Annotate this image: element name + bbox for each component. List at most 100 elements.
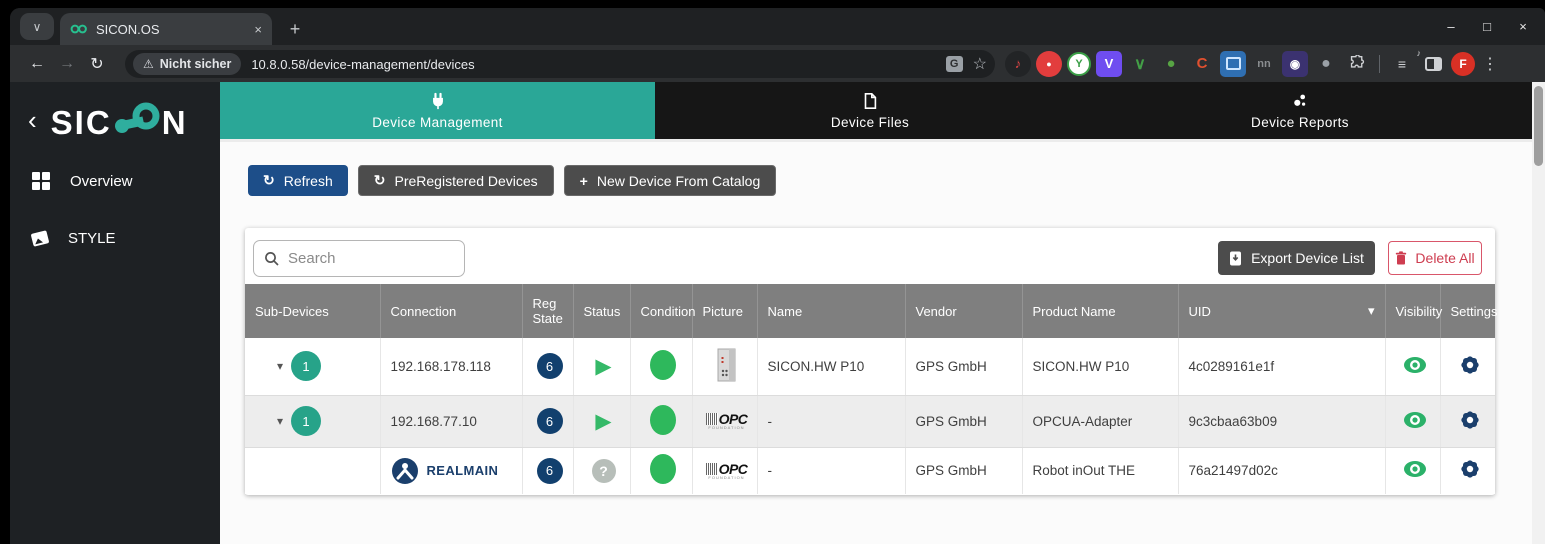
ext-blue-box-icon[interactable]	[1220, 51, 1246, 77]
browser-tab[interactable]: SICON.OS ×	[60, 13, 272, 45]
plus-icon: +	[580, 173, 588, 189]
settings-gear-icon[interactable]	[1458, 353, 1482, 377]
name-cell: SICON.HW P10	[757, 338, 905, 395]
page-content: ↻ Refresh ↻ PreRegistered Devices + New …	[220, 139, 1545, 544]
col-reg-state: Reg State	[522, 284, 573, 338]
bookmark-star-icon[interactable]: ☆	[973, 54, 987, 74]
tab-device-reports[interactable]: Device Reports	[1085, 82, 1515, 139]
ext-nn-icon[interactable]: nn	[1251, 51, 1277, 77]
file-icon	[861, 92, 879, 110]
reports-dots-icon	[1291, 92, 1309, 110]
address-bar[interactable]: ⚠ Nicht sicher 10.8.0.58/device-manageme…	[125, 50, 995, 78]
forward-button[interactable]: →	[52, 55, 82, 73]
translate-icon[interactable]: G	[946, 56, 963, 72]
back-button[interactable]: ←	[22, 55, 52, 73]
tab-device-files[interactable]: Device Files	[655, 82, 1085, 139]
table-row[interactable]: ▾1 192.168.178.118 6 ▶	[245, 338, 1495, 395]
table-row[interactable]: ▾1 192.168.77.10 6 ▶ OPCFOUNDATION - GPS…	[245, 395, 1495, 447]
new-device-from-catalog-button[interactable]: + New Device From Catalog	[564, 165, 777, 196]
ext-v-icon[interactable]: V	[1096, 51, 1122, 77]
visibility-eye-icon[interactable]	[1403, 356, 1427, 374]
col-name: Name	[757, 284, 905, 338]
expand-caret-icon[interactable]: ▾	[277, 359, 283, 373]
sidebar-collapse-icon[interactable]: ‹	[24, 110, 41, 130]
app-tabs: Device Management Device Files Device Re…	[220, 82, 1545, 139]
sidebar: ‹ SIC N Overview STYLE	[10, 82, 220, 544]
browser-toolbar: ← → ↻ ⚠ Nicht sicher 10.8.0.58/device-ma…	[10, 45, 1545, 82]
export-device-list-button[interactable]: Export Device List	[1218, 241, 1375, 275]
sidebar-item-style[interactable]: STYLE	[10, 210, 220, 267]
security-chip[interactable]: ⚠ Nicht sicher	[133, 53, 241, 75]
minimize-button[interactable]: –	[1437, 19, 1465, 34]
col-settings: Settings	[1440, 284, 1495, 338]
reg-state-badge: 6	[537, 408, 563, 434]
sort-caret-icon[interactable]: ▾	[1368, 303, 1375, 319]
visibility-eye-icon[interactable]	[1403, 460, 1427, 478]
browser-tabstrip: ∨ SICON.OS × + – □ ×	[10, 8, 1545, 45]
col-vendor: Vendor	[905, 284, 1022, 338]
ext-green-dot-icon[interactable]: ●	[1158, 51, 1184, 77]
ext-adblock-icon[interactable]: ●	[1036, 51, 1062, 77]
browser-window: ∨ SICON.OS × + – □ × ← → ↻ ⚠ Nicht siche…	[10, 8, 1545, 544]
sub-device-connection: REALMAIN	[391, 457, 516, 485]
vendor-cell: GPS GmbH	[905, 395, 1022, 447]
sub-device-count-badge: 1	[291, 406, 321, 436]
media-list-icon[interactable]: ≡♪	[1389, 51, 1415, 77]
sidebar-item-overview[interactable]: Overview	[10, 152, 220, 210]
vendor-cell: GPS GmbH	[905, 338, 1022, 395]
tab-search-button[interactable]: ∨	[20, 13, 54, 40]
browser-menu-icon[interactable]: ⋮	[1480, 54, 1500, 74]
new-tab-button[interactable]: +	[282, 16, 308, 42]
table-header-row: Sub-Devices Connection Reg State Status …	[245, 284, 1495, 338]
tab-label: Device Management	[372, 115, 503, 130]
sub-device-count-badge: 1	[291, 351, 321, 381]
delete-all-button[interactable]: Delete All	[1388, 241, 1482, 275]
close-button[interactable]: ×	[1509, 19, 1537, 34]
preregistered-devices-button[interactable]: ↻ PreRegistered Devices	[358, 165, 554, 196]
refresh-button[interactable]: ↻ Refresh	[248, 165, 348, 196]
maximize-button[interactable]: □	[1473, 19, 1501, 34]
ext-music-icon[interactable]: ♪	[1005, 51, 1031, 77]
ext-shield-icon[interactable]: ●	[1313, 51, 1339, 77]
export-file-icon	[1229, 251, 1242, 266]
connection-cell: 192.168.77.10	[380, 395, 522, 447]
condition-ok-icon	[650, 405, 676, 435]
col-uid[interactable]: UID▾	[1178, 284, 1385, 338]
search-box[interactable]	[253, 240, 465, 277]
reload-button[interactable]: ↻	[82, 54, 112, 74]
extensions-puzzle-icon[interactable]	[1344, 51, 1370, 77]
url-text: 10.8.0.58/device-management/devices	[251, 57, 945, 72]
side-panel-icon[interactable]	[1420, 51, 1446, 77]
uid-cell: 9c3cbaa63b09	[1178, 395, 1385, 447]
ext-c-icon[interactable]: C	[1189, 51, 1215, 77]
search-input[interactable]	[288, 250, 438, 267]
tab-label: Device Reports	[1251, 115, 1349, 130]
style-icon	[31, 230, 50, 246]
tab-device-management[interactable]: Device Management	[220, 82, 655, 139]
settings-gear-icon[interactable]	[1458, 457, 1482, 481]
security-label: Nicht sicher	[160, 57, 232, 71]
page-scrollbar[interactable]	[1532, 82, 1545, 544]
main-area: Device Management Device Files Device Re…	[220, 82, 1545, 544]
settings-gear-icon[interactable]	[1458, 408, 1482, 432]
toolbar-separator	[1379, 55, 1380, 73]
profile-avatar[interactable]: F	[1451, 52, 1475, 76]
tab-title: SICON.OS	[96, 22, 246, 37]
tab-close-icon[interactable]: ×	[254, 22, 262, 37]
plug-icon	[429, 92, 447, 110]
sicon-favicon-icon	[70, 23, 88, 35]
visibility-eye-icon[interactable]	[1403, 411, 1427, 429]
ext-y-icon[interactable]: Y	[1067, 52, 1091, 76]
search-icon	[264, 251, 280, 267]
table-row[interactable]: REALMAIN 6 ? OPCFOUNDATION - GPS GmbH Ro…	[245, 447, 1495, 494]
trash-icon	[1395, 251, 1407, 265]
ext-eye-icon[interactable]: ◉	[1282, 51, 1308, 77]
ext-check-icon[interactable]: ∨	[1127, 51, 1153, 77]
device-list-card: Export Device List Delete All	[245, 228, 1495, 495]
product-cell: OPCUA-Adapter	[1022, 395, 1178, 447]
scrollbar-thumb[interactable]	[1534, 86, 1543, 166]
name-cell: -	[757, 447, 905, 494]
play-icon: ▶	[595, 410, 611, 433]
col-visibility: Visibility	[1385, 284, 1440, 338]
expand-caret-icon[interactable]: ▾	[277, 414, 283, 428]
